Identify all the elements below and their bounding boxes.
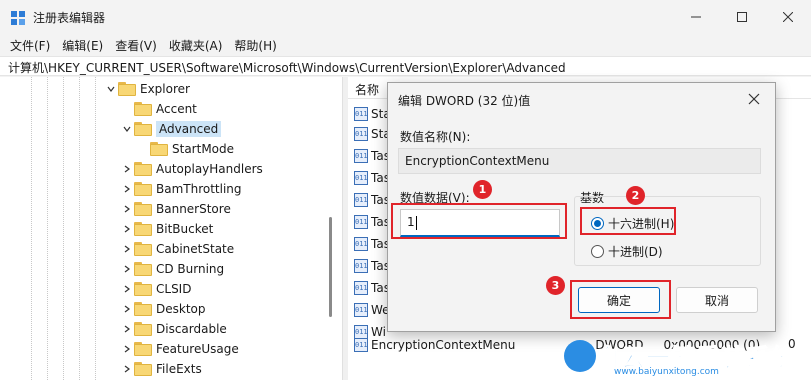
chevron-down-icon[interactable] [120,119,134,139]
registry-editor-icon [11,11,25,25]
chevron-right-icon[interactable] [120,319,134,339]
dword-value-icon: 011 [354,107,368,121]
value-row[interactable]: 011 Tas [354,234,390,254]
highlight-box-1 [391,203,567,239]
value-row[interactable]: 011 Tas [354,146,390,166]
tree-item-advanced[interactable]: Advanced [120,119,222,139]
watermark-logo: 白云一键重装系统 www.baiyunxitong.com [554,336,810,380]
dword-value-icon: 011 [354,171,368,185]
value-row[interactable]: 011 Sta [354,124,391,144]
dword-value-icon: 011 [354,281,368,295]
folder-icon [134,322,152,336]
folder-icon [150,142,168,156]
menu-bar: 文件(F) 编辑(E) 查看(V) 收藏夹(A) 帮助(H) [0,34,811,56]
tree-item-accent[interactable]: Accent [134,99,197,119]
highlight-box-2 [580,207,676,235]
step-badge-2: 2 [626,186,645,205]
chevron-right-icon[interactable] [120,219,134,239]
tree-item-bamthrottling[interactable]: BamThrottling [120,179,242,199]
window-title: 注册表编辑器 [33,11,106,25]
close-button[interactable] [765,0,811,34]
value-name-label: 数值名称(N): [400,130,471,144]
chevron-right-icon[interactable] [120,299,134,319]
tree-item-bannerstore[interactable]: BannerStore [120,199,231,219]
step-badge-1: 1 [473,180,492,199]
tree-item-discardable[interactable]: Discardable [120,319,227,339]
tree-item-explorer[interactable]: Explorer [104,79,190,99]
value-row[interactable]: 011 Tas [354,278,390,298]
folder-icon [134,222,152,236]
chevron-right-icon[interactable] [120,179,134,199]
dword-value-icon: 011 [354,237,368,251]
tree-item-featureusage[interactable]: FeatureUsage [120,339,239,359]
tree-item-cabinetstate[interactable]: CabinetState [120,239,234,259]
close-icon[interactable] [747,92,761,106]
folder-open-icon [134,122,152,136]
tree-scrollbar[interactable] [329,217,332,317]
menu-help[interactable]: 帮助(H) [230,34,280,56]
dword-value-icon: 011 [354,193,368,207]
dword-value-icon: 011 [354,127,368,141]
folder-icon [134,282,152,296]
value-row[interactable]: 011 We [354,300,390,320]
chevron-right-icon[interactable] [120,159,134,179]
close-icon [783,12,793,22]
dword-value-icon: 011 [354,338,368,352]
radio-decimal[interactable]: 十进制(D) [591,243,663,260]
chevron-right-icon[interactable] [120,359,134,379]
tree-item-bitbucket[interactable]: BitBucket [120,219,213,239]
value-row[interactable]: 011 Tas [354,256,390,276]
tree-item-fileexts[interactable]: FileExts [120,359,202,379]
tree-item-startmode[interactable]: StartMode [150,139,234,159]
watermark-url: www.baiyunxitong.com [614,367,719,377]
folder-icon [134,162,152,176]
menu-favorites[interactable]: 收藏夹(A) [165,34,227,56]
address-bar[interactable]: 计算机\HKEY_CURRENT_USER\Software\Microsoft… [0,56,811,76]
folder-icon [134,242,152,256]
maximize-icon [737,12,747,22]
chevron-right-icon[interactable] [120,239,134,259]
folder-icon [134,342,152,356]
value-row[interactable]: 011 Tas [354,212,390,232]
minimize-icon [691,16,701,18]
dialog-title: 编辑 DWORD (32 位)值 [398,94,531,108]
tree-item-desktop[interactable]: Desktop [120,299,206,319]
folder-icon [134,362,152,376]
step-badge-3: 3 [546,276,565,295]
menu-file[interactable]: 文件(F) [6,34,54,56]
folder-open-icon [118,82,136,96]
dword-value-icon: 011 [354,215,368,229]
bird-logo-icon [564,340,596,372]
cancel-button[interactable]: 取消 [676,287,758,313]
maximize-button[interactable] [719,0,765,34]
value-name-field: EncryptionContextMenu [398,148,761,174]
chevron-down-icon[interactable] [104,79,118,99]
dword-value-icon: 011 [354,303,368,317]
folder-icon [134,102,152,116]
minimize-button[interactable] [673,0,719,34]
menu-view[interactable]: 查看(V) [111,34,161,56]
tree-item-clsid[interactable]: CLSID [120,279,191,299]
value-row[interactable]: 011 Tas [354,168,390,188]
folder-icon [134,182,152,196]
menu-edit[interactable]: 编辑(E) [58,34,107,56]
folder-icon [134,302,152,316]
tree-item-autoplayhandlers[interactable]: AutoplayHandlers [120,159,263,179]
folder-icon [134,262,152,276]
highlight-box-3 [570,280,671,319]
chevron-right-icon[interactable] [120,279,134,299]
title-bar: 注册表编辑器 [0,0,811,34]
chevron-right-icon[interactable] [120,199,134,219]
tree-item-cd-burning[interactable]: CD Burning [120,259,224,279]
folder-icon [134,202,152,216]
key-tree[interactable]: Explorer Accent Advanced StartMode Autop… [0,77,342,380]
chevron-right-icon[interactable] [120,339,134,359]
chevron-right-icon[interactable] [120,259,134,279]
dword-value-icon: 011 [354,259,368,273]
radio-unselected-icon [591,245,604,258]
dword-value-icon: 011 [354,149,368,163]
value-row[interactable]: 011 Sta [354,104,391,124]
value-row[interactable]: 011 Tas [354,190,390,210]
